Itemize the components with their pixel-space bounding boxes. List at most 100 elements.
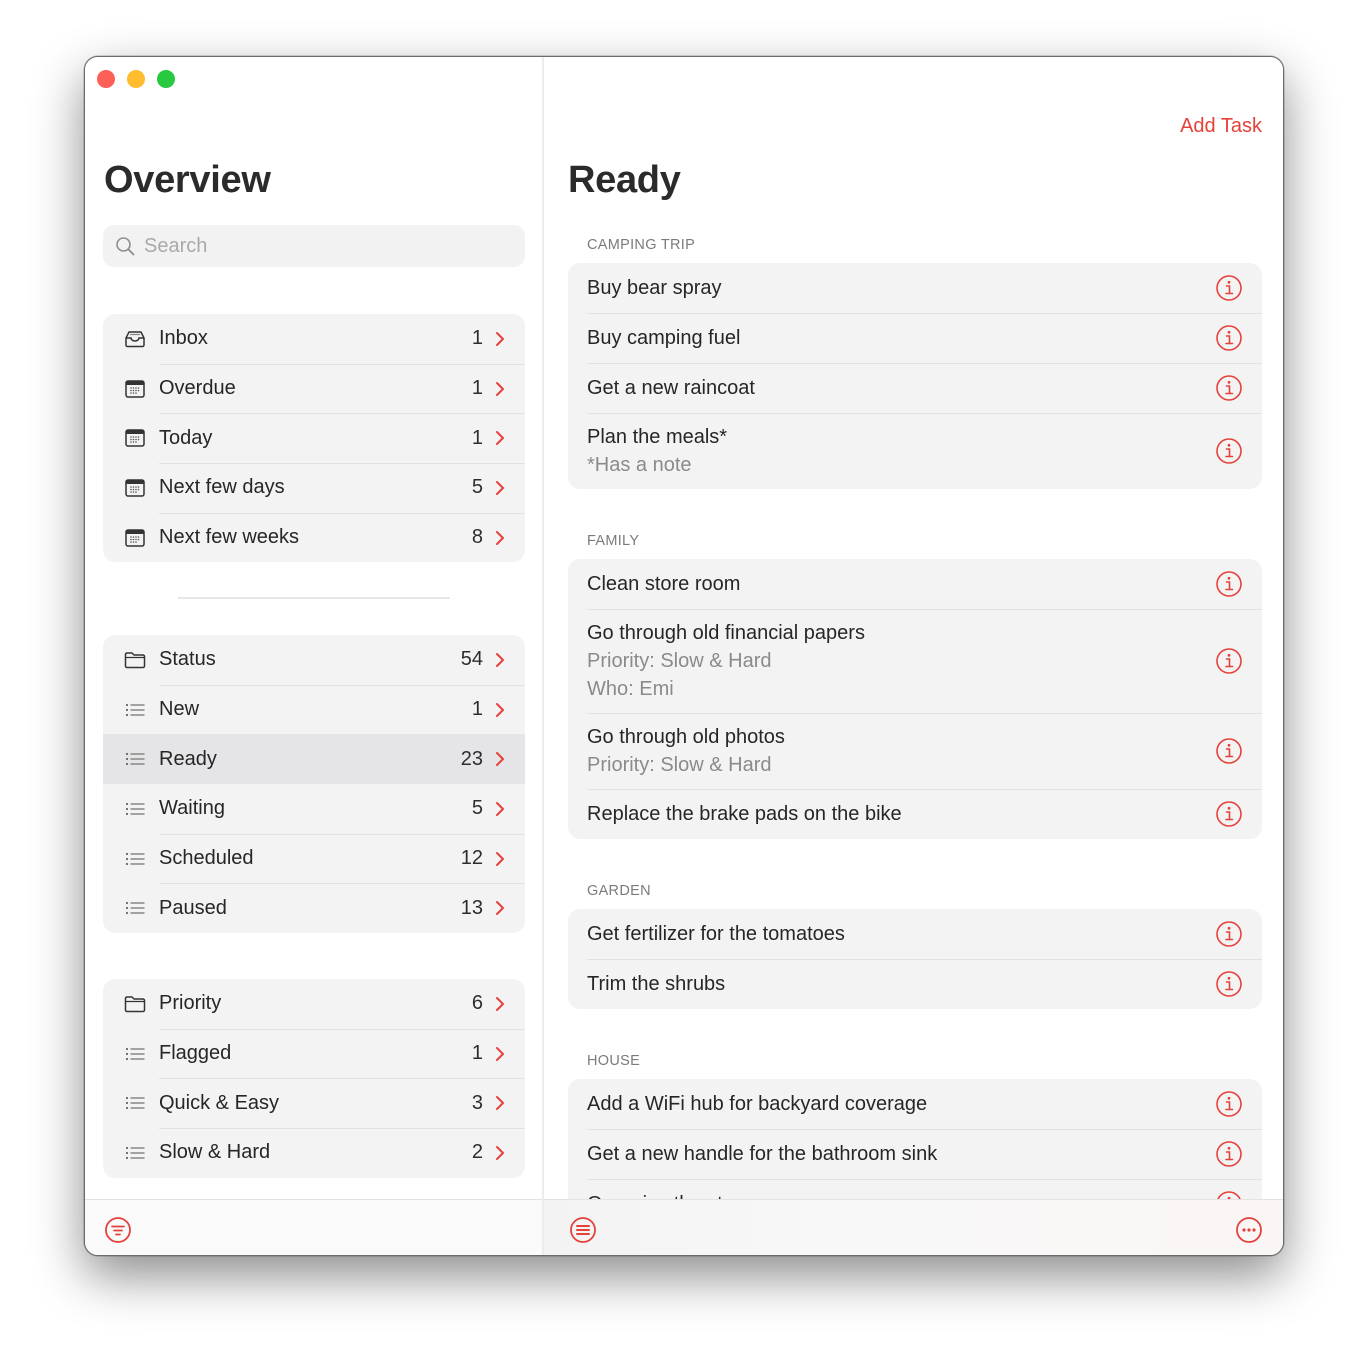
task-text: Clean store room xyxy=(587,571,1215,597)
sidebar-item-count: 3 xyxy=(471,1091,483,1114)
tray-icon xyxy=(122,328,148,350)
sidebar-item-next-few-weeks[interactable]: Next few weeks 8 xyxy=(103,512,525,563)
sidebar-item-inbox[interactable]: Inbox 1 xyxy=(103,314,525,364)
info-icon[interactable] xyxy=(1215,1090,1243,1118)
chevron-right-icon xyxy=(493,700,507,720)
status-group: Status 54 New 1 Ready 23 Waiting 5 Scheduled 12 Pa… xyxy=(103,635,525,934)
task-row[interactable]: Organize the storage room xyxy=(568,1179,1262,1199)
task-row[interactable]: Go through old financial papers Priority:… xyxy=(568,609,1262,713)
search-input[interactable] xyxy=(144,234,514,258)
sidebar-item-today[interactable]: Today 1 xyxy=(103,413,525,463)
sidebar-item-count: 13 xyxy=(460,896,483,919)
section-header-house: HOUSE xyxy=(587,1053,641,1069)
list-menu-icon[interactable] xyxy=(569,1216,597,1244)
task-row[interactable]: Buy camping fuel xyxy=(568,313,1262,363)
sidebar-item-label: Scheduled xyxy=(159,847,254,870)
add-task-button[interactable]: Add Task xyxy=(1180,115,1262,138)
task-title: Buy bear spray xyxy=(587,277,722,299)
task-row[interactable]: Get fertilizer for the tomatoes xyxy=(568,909,1262,959)
task-title: Organize the storage room xyxy=(587,1191,1215,1199)
task-group: Get fertilizer for the tomatoes Trim the … xyxy=(568,909,1262,1009)
sidebar-item-count: 1 xyxy=(471,426,483,449)
sidebar-item-waiting[interactable]: Waiting 5 xyxy=(103,784,525,834)
section-header-garden: GARDEN xyxy=(587,883,651,899)
sidebar-item-count: 8 xyxy=(471,526,483,549)
sidebar-item-count: 23 xyxy=(460,747,483,770)
info-icon[interactable] xyxy=(1215,437,1243,465)
task-row[interactable]: Trim the shrubs xyxy=(568,959,1262,1009)
task-row[interactable]: Replace the brake pads on the bike xyxy=(568,789,1262,839)
sidebar-item-label: Overdue xyxy=(159,377,236,400)
minimize-window-button[interactable] xyxy=(127,70,145,88)
search-field[interactable] xyxy=(103,225,525,267)
close-window-button[interactable] xyxy=(97,70,115,88)
chevron-right-icon xyxy=(493,329,507,349)
sidebar-item-paused[interactable]: Paused 13 xyxy=(103,883,525,933)
info-icon[interactable] xyxy=(1215,970,1243,998)
window-controls xyxy=(97,70,175,88)
sidebar-item-count: 5 xyxy=(471,476,483,499)
task-text: Trim the shrubs xyxy=(587,971,1215,997)
more-icon[interactable] xyxy=(1235,1216,1263,1244)
filter-icon[interactable] xyxy=(104,1216,132,1244)
sidebar-item-new[interactable]: New 1 xyxy=(103,684,525,735)
info-icon[interactable] xyxy=(1215,274,1243,302)
task-title: Get fertilizer for the tomatoes xyxy=(587,923,845,945)
task-text: Get fertilizer for the tomatoes xyxy=(587,921,1215,947)
task-row[interactable]: Get a new raincoat xyxy=(568,363,1262,413)
info-icon[interactable] xyxy=(1215,1140,1243,1168)
section-header-camping-trip: CAMPING TRIP xyxy=(587,237,696,253)
info-icon[interactable] xyxy=(1215,737,1243,765)
chevron-right-icon xyxy=(493,1044,507,1064)
info-icon[interactable] xyxy=(1215,920,1243,948)
sidebar-item-priority[interactable]: Priority 6 xyxy=(103,979,525,1029)
task-text: Buy bear spray xyxy=(587,275,1215,301)
task-title: Trim the shrubs xyxy=(587,973,726,995)
maximize-window-button[interactable] xyxy=(157,70,175,88)
sidebar-item-next-few-days[interactable]: Next few days 5 xyxy=(103,463,525,513)
list-icon xyxy=(122,699,148,721)
sidebar-item-status[interactable]: Status 54 xyxy=(103,635,525,685)
sidebar-item-label: Waiting xyxy=(159,797,225,820)
task-row[interactable]: Go through old photos Priority: Slow & Ha… xyxy=(568,713,1262,789)
info-icon[interactable] xyxy=(1215,374,1243,402)
sidebar-item-count: 1 xyxy=(471,327,483,350)
info-icon[interactable] xyxy=(1215,647,1243,675)
task-row[interactable]: Buy bear spray xyxy=(568,263,1262,313)
chevron-right-icon xyxy=(493,994,507,1014)
task-title: Replace the brake pads on the bike xyxy=(587,803,902,825)
sidebar-item-overdue[interactable]: Overdue 1 xyxy=(103,363,525,414)
info-icon[interactable] xyxy=(1215,570,1243,598)
chevron-right-icon xyxy=(493,1143,507,1163)
task-row[interactable]: Add a WiFi hub for backyard coverage xyxy=(568,1079,1262,1129)
priority-group: Priority 6 Flagged 1 Quick & Easy 3 Slow & Har… xyxy=(103,979,525,1178)
task-text: Get a new raincoat xyxy=(587,375,1215,401)
task-text: Replace the brake pads on the bike xyxy=(587,801,1215,827)
task-text: Organize the storage room xyxy=(587,1191,1215,1199)
chevron-right-icon xyxy=(493,898,507,918)
task-title: Add a WiFi hub for backyard coverage xyxy=(587,1093,928,1115)
task-title: Plan the meals* xyxy=(587,426,728,448)
chevron-right-icon xyxy=(493,478,507,498)
info-icon[interactable] xyxy=(1215,1190,1243,1199)
info-icon[interactable] xyxy=(1215,324,1243,352)
sidebar-title: Overview xyxy=(104,159,271,201)
task-row[interactable]: Get a new handle for the bathroom sink xyxy=(568,1129,1262,1179)
sidebar-item-label: Next few days xyxy=(159,476,285,499)
sidebar-item-scheduled[interactable]: Scheduled 12 xyxy=(103,833,525,884)
task-title: Go through old photos xyxy=(587,726,785,748)
task-row[interactable]: Plan the meals* *Has a note xyxy=(568,413,1262,489)
sidebar-item-count: 2 xyxy=(471,1141,483,1164)
chevron-right-icon xyxy=(493,749,507,769)
sidebar-item-slow-and-hard[interactable]: Slow & Hard 2 xyxy=(103,1128,525,1178)
sidebar-item-quick-and-easy[interactable]: Quick & Easy 3 xyxy=(103,1078,525,1128)
sidebar-item-ready[interactable]: Ready 23 xyxy=(103,734,525,785)
info-icon[interactable] xyxy=(1215,800,1243,828)
task-row[interactable]: Clean store room xyxy=(568,559,1262,609)
chevron-right-icon xyxy=(493,799,507,819)
sidebar-item-flagged[interactable]: Flagged 1 xyxy=(103,1028,525,1079)
sidebar-divider xyxy=(178,597,450,599)
list-icon xyxy=(122,1043,148,1065)
sidebar-item-count: 54 xyxy=(460,648,483,671)
main-toolbar xyxy=(544,1199,1283,1255)
